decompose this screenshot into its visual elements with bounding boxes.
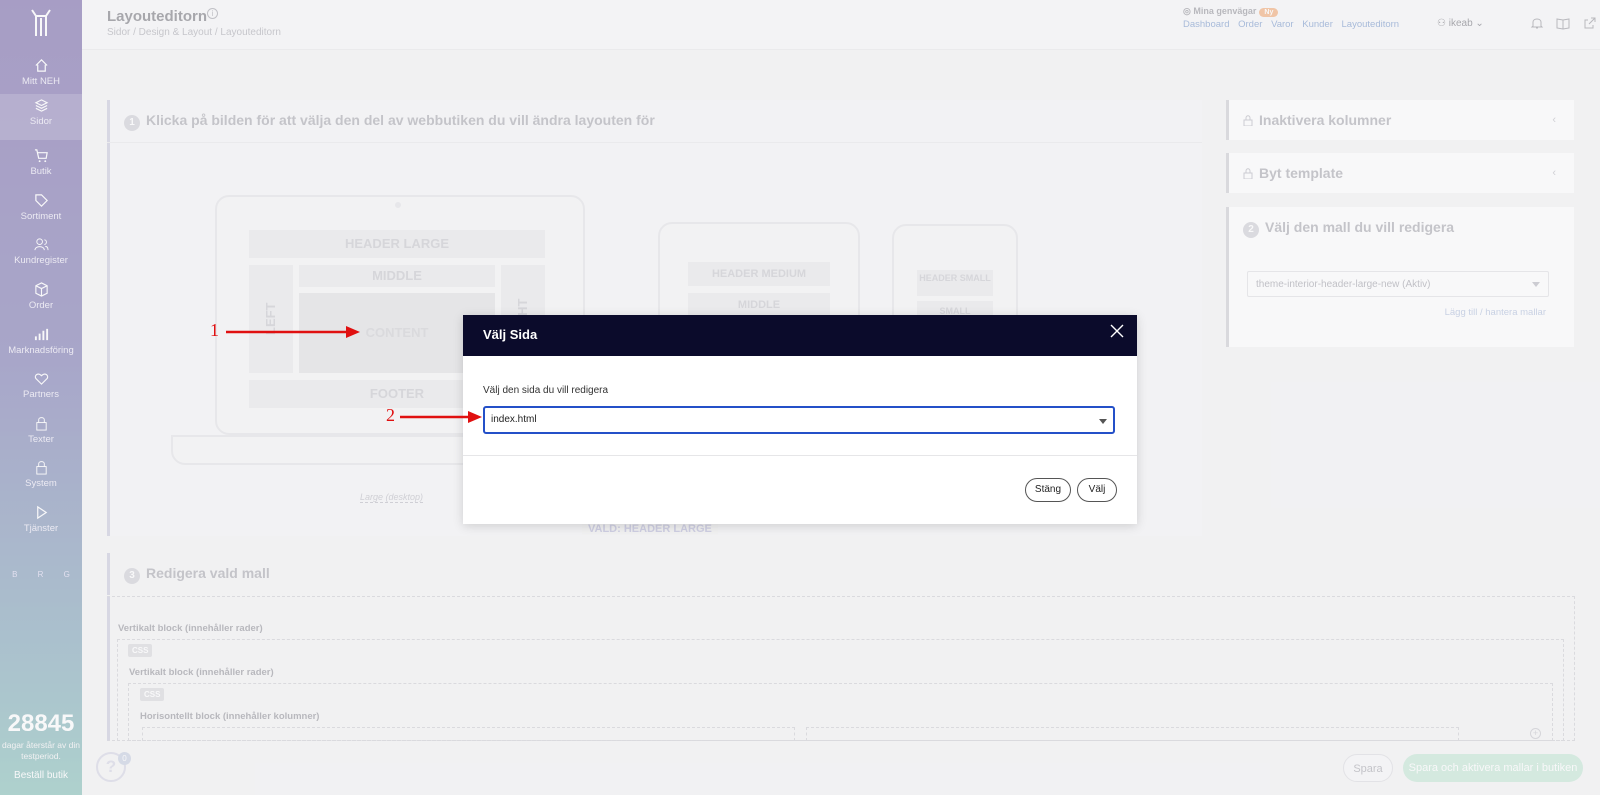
page-select-value: index.html: [491, 414, 537, 425]
close-button[interactable]: Stäng: [1025, 478, 1071, 502]
annotation-arrow-icon: [226, 326, 360, 338]
close-icon[interactable]: [1109, 323, 1125, 339]
page-select[interactable]: index.html: [483, 406, 1115, 434]
modal-header: Välj Sida: [463, 315, 1137, 356]
select-page-modal: Välj Sida Välj den sida du vill redigera…: [463, 315, 1137, 524]
annotation-number-1: 1: [210, 320, 219, 340]
modal-title: Välj Sida: [483, 327, 538, 342]
annotation-number-2: 2: [386, 405, 395, 425]
page-select-label: Välj den sida du vill redigera: [483, 385, 609, 396]
modal-divider: [463, 455, 1137, 456]
annotation-arrow-icon: [400, 411, 482, 423]
select-button[interactable]: Välj: [1077, 478, 1117, 502]
caret-down-icon: [1099, 419, 1107, 424]
